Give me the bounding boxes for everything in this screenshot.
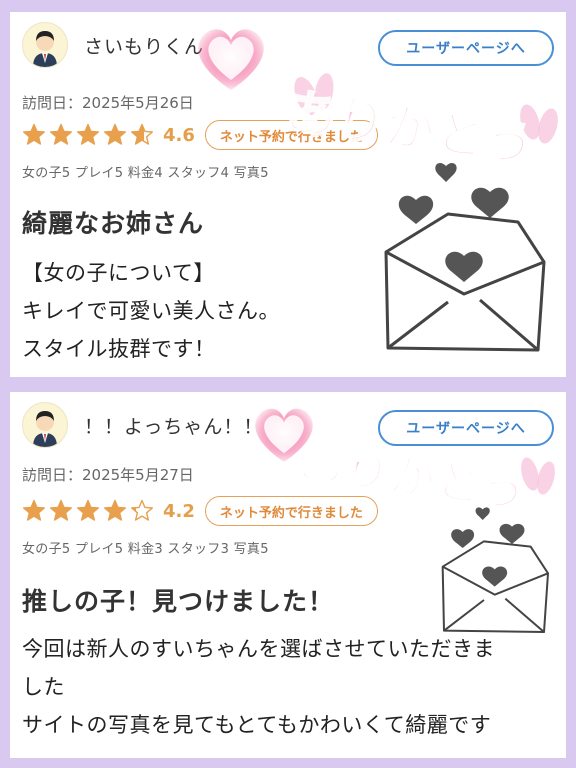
review-title: 推しの子！見つけました！ — [22, 587, 335, 616]
star-icon — [23, 123, 45, 145]
reviewer-name[interactable]: ！！よっちゃん！！ — [84, 412, 263, 439]
review-body-line: サイトの写真を見てもとてもかわいくて綺麗です — [22, 713, 492, 737]
rating-row: 4.2 ネット予約で行きました — [22, 496, 378, 526]
review-card: さいもりくん ユーザーページへ 訪問日：2025年5月26日 4.6 ネット予約… — [10, 12, 566, 377]
reviewer-name[interactable]: さいもりくん — [84, 32, 204, 59]
review-body-line: 【女の子について】 — [22, 261, 215, 285]
avatar-man-icon — [33, 31, 57, 67]
rating-row: 4.6 ネット予約で行きました — [22, 120, 378, 150]
star-icon — [23, 499, 45, 521]
star-rating — [22, 123, 157, 147]
review-card: ！！よっちゃん！！ ユーザーページへ 訪問日：2025年5月27日 4.2 ネッ… — [10, 392, 566, 758]
rating-score: 4.2 — [163, 500, 195, 522]
visit-date: 訪問日：2025年5月27日 — [22, 466, 194, 484]
reviewer-row: さいもりくん — [22, 22, 204, 68]
envelope-icon — [384, 163, 546, 352]
review-body-line: した — [22, 675, 65, 699]
star-icon — [50, 123, 72, 145]
avatar-man-icon — [33, 411, 57, 447]
envelope-icon — [441, 507, 549, 633]
review-title: 綺麗なお姉さん — [22, 209, 205, 238]
review-body: 【女の子について】 キレイで可愛い美人さん。 スタイル抜群です！ — [22, 254, 280, 368]
review-body-line: 今回は新人のすいちゃんを選ばさせていただきま — [22, 637, 495, 661]
avatar[interactable] — [22, 402, 68, 448]
user-page-button[interactable]: ユーザーページへ — [378, 410, 554, 446]
star-icon — [77, 499, 99, 521]
category-scores: 女の子5 プレイ5 料金4 スタッフ4 写真5 — [22, 166, 269, 181]
category-scores: 女の子5 プレイ5 料金3 スタッフ3 写真5 — [22, 542, 269, 557]
review-body: 今回は新人のすいちゃんを選ばさせていただきま した サイトの写真を見てもとてもか… — [22, 630, 495, 744]
star-icon — [104, 123, 126, 145]
reservation-badge: ネット予約で行きました — [204, 496, 378, 526]
star-icon — [131, 499, 153, 521]
visit-date: 訪問日：2025年5月26日 — [22, 94, 194, 112]
reservation-badge: ネット予約で行きました — [204, 120, 378, 150]
star-icon — [50, 499, 72, 521]
star-icon — [104, 499, 126, 521]
star-icon — [131, 123, 153, 145]
avatar[interactable] — [22, 22, 68, 68]
star-rating — [22, 499, 157, 523]
review-body-line: キレイで可愛い美人さん。 — [22, 299, 280, 323]
reviewer-row: ！！よっちゃん！！ — [22, 402, 263, 448]
rating-score: 4.6 — [163, 124, 195, 146]
star-icon — [77, 123, 99, 145]
user-page-button[interactable]: ユーザーページへ — [378, 30, 554, 66]
review-body-line: スタイル抜群です！ — [22, 337, 216, 361]
